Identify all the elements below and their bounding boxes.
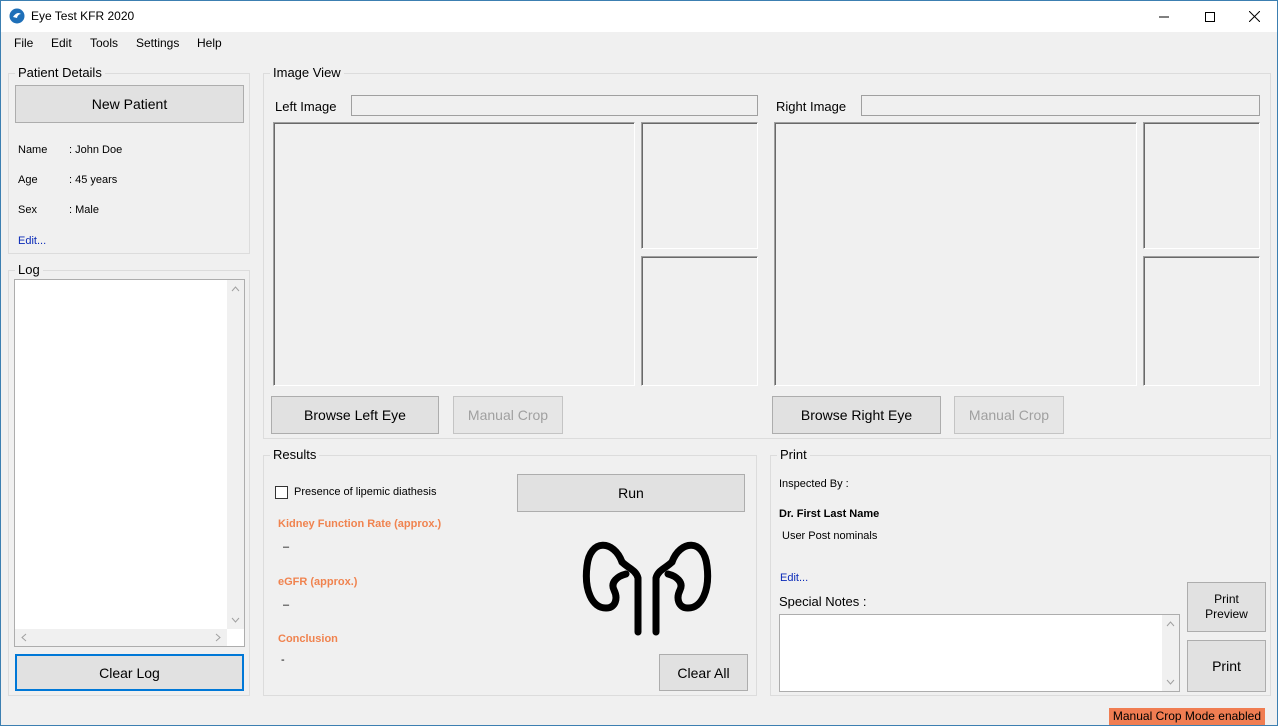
app-window: Eye Test KFR 2020 File Edit Tools Settin… xyxy=(0,0,1278,726)
kfr-value: – xyxy=(283,541,290,553)
menu-bar: File Edit Tools Settings Help xyxy=(1,32,1277,54)
minimize-icon xyxy=(1159,16,1169,17)
print-button[interactable]: Print xyxy=(1187,640,1266,692)
name-label: Name xyxy=(18,144,48,156)
print-group: Print Inspected By : Dr. First Last Name… xyxy=(770,447,1271,696)
title-bar: Eye Test KFR 2020 xyxy=(1,1,1277,32)
log-title: Log xyxy=(15,262,43,277)
maximize-icon xyxy=(1205,11,1215,22)
print-title: Print xyxy=(777,447,810,462)
left-image-thumb-bottom xyxy=(641,256,758,386)
image-view-group: Image View Left Image Browse Left Eye Ma… xyxy=(263,65,1271,439)
right-image-path-field xyxy=(861,95,1260,116)
right-image-label: Right Image xyxy=(776,99,847,114)
print-preview-label-line2: Preview xyxy=(1205,607,1248,621)
inspected-by-label: Inspected By : xyxy=(779,478,849,490)
scroll-down-icon xyxy=(1166,679,1175,685)
right-image-main-panel xyxy=(774,122,1137,386)
log-group: Log Clear Log xyxy=(8,262,250,696)
kfr-title: Kidney Function Rate (approx.) xyxy=(278,518,442,530)
patient-edit-link[interactable]: Edit... xyxy=(18,235,46,247)
conclusion-value: - xyxy=(281,654,285,666)
menu-edit[interactable]: Edit xyxy=(51,36,72,50)
print-edit-link[interactable]: Edit... xyxy=(780,572,808,584)
scroll-up-icon xyxy=(1166,621,1175,627)
scroll-up-icon xyxy=(231,286,240,292)
patient-details-title: Patient Details xyxy=(15,65,105,80)
menu-tools[interactable]: Tools xyxy=(90,36,118,50)
minimize-button[interactable] xyxy=(1141,1,1187,32)
conclusion-title: Conclusion xyxy=(278,633,338,645)
left-manual-crop-button[interactable]: Manual Crop xyxy=(453,396,563,434)
age-label: Age xyxy=(18,174,38,186)
egfr-title: eGFR (approx.) xyxy=(278,576,358,588)
menu-settings[interactable]: Settings xyxy=(136,36,179,50)
status-bar: Manual Crop Mode enabled xyxy=(1,704,1277,725)
left-image-path-field xyxy=(351,95,758,116)
lipemic-diathesis-label: Presence of lipemic diathesis xyxy=(294,486,437,498)
right-manual-crop-button[interactable]: Manual Crop xyxy=(954,396,1064,434)
browse-left-eye-button[interactable]: Browse Left Eye xyxy=(271,396,439,434)
close-button[interactable] xyxy=(1231,1,1277,32)
egfr-value: – xyxy=(283,599,290,611)
notes-vertical-scrollbar[interactable] xyxy=(1162,615,1179,691)
image-view-title: Image View xyxy=(270,65,344,80)
log-vertical-scrollbar[interactable] xyxy=(227,280,244,629)
clear-all-button[interactable]: Clear All xyxy=(659,654,748,691)
log-horizontal-scrollbar[interactable] xyxy=(15,629,227,646)
left-image-main-panel xyxy=(273,122,635,386)
sex-label: Sex xyxy=(18,204,37,216)
menu-file[interactable]: File xyxy=(14,36,33,50)
left-image-label: Left Image xyxy=(275,99,337,114)
sex-value: : Male xyxy=(69,204,99,216)
right-image-thumb-bottom xyxy=(1143,256,1260,386)
maximize-button[interactable] xyxy=(1187,1,1233,32)
special-notes-textarea[interactable] xyxy=(779,614,1180,692)
age-value: : 45 years xyxy=(69,174,118,186)
post-nominals: User Post nominals xyxy=(782,530,878,542)
run-button[interactable]: Run xyxy=(517,474,745,512)
close-icon xyxy=(1248,11,1260,22)
print-preview-label-line1: Print xyxy=(1214,592,1239,606)
new-patient-button[interactable]: New Patient xyxy=(15,85,244,123)
status-badge: Manual Crop Mode enabled xyxy=(1108,708,1265,725)
right-image-thumb-top xyxy=(1143,122,1260,249)
left-image-thumb-top xyxy=(641,122,758,249)
app-logo-icon xyxy=(9,8,25,24)
kidney-icon xyxy=(582,541,712,636)
scroll-left-icon xyxy=(21,633,27,642)
special-notes-label: Special Notes : xyxy=(779,594,867,609)
menu-help[interactable]: Help xyxy=(197,36,222,50)
scroll-right-icon xyxy=(215,633,221,642)
results-title: Results xyxy=(270,447,320,462)
scroll-down-icon xyxy=(231,617,240,623)
doctor-name: Dr. First Last Name xyxy=(779,508,880,520)
name-value: : John Doe xyxy=(69,144,123,156)
lipemic-diathesis-checkbox[interactable] xyxy=(275,486,288,499)
clear-log-button[interactable]: Clear Log xyxy=(15,654,244,691)
browse-right-eye-button[interactable]: Browse Right Eye xyxy=(772,396,941,434)
patient-details-group: Patient Details New Patient Name : John … xyxy=(8,65,250,254)
print-preview-button[interactable]: Print Preview xyxy=(1187,582,1266,632)
log-textarea[interactable] xyxy=(14,279,245,647)
results-group: Results Presence of lipemic diathesis Ru… xyxy=(263,447,757,696)
window-title: Eye Test KFR 2020 xyxy=(31,9,135,23)
